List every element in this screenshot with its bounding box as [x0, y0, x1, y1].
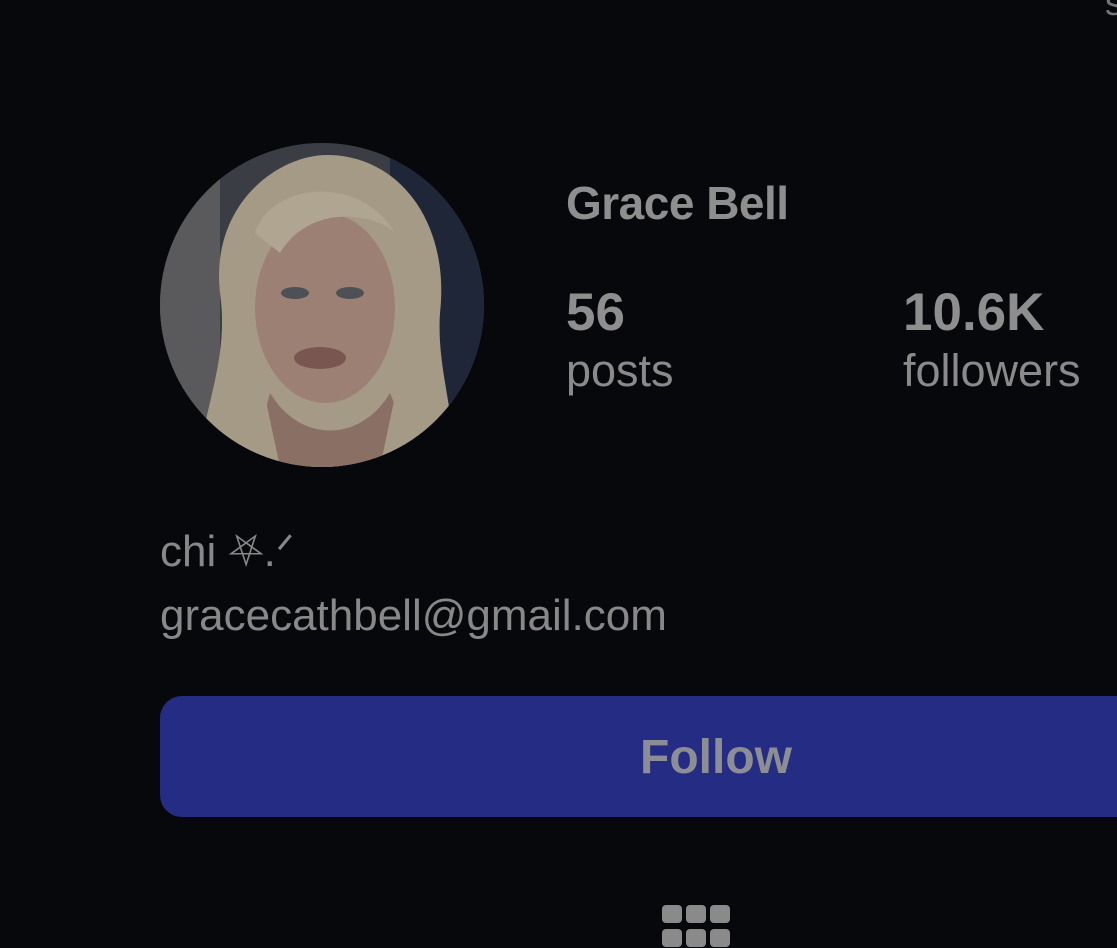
grid-cell: [662, 905, 682, 923]
profile-name: Grace Bell: [566, 177, 789, 229]
status-glyph: s: [1105, 0, 1117, 23]
grid-cell: [710, 905, 730, 923]
followers-count: 10.6K: [903, 283, 1045, 342]
bio-email[interactable]: gracecathbell@gmail.com: [160, 584, 667, 648]
followers-stat[interactable]: 10.6K followers: [903, 282, 1081, 398]
grid-icon[interactable]: [662, 905, 732, 948]
grid-cell: [710, 929, 730, 947]
follow-button-label: Follow: [640, 731, 792, 784]
posts-label: posts: [566, 345, 674, 396]
grid-cell: [686, 929, 706, 947]
avatar[interactable]: [160, 143, 484, 467]
grid-cell: [662, 929, 682, 947]
avatar-image: [160, 143, 484, 467]
posts-stat[interactable]: 56 posts: [566, 282, 674, 398]
follow-button[interactable]: Follow: [160, 696, 1117, 817]
grid-cell: [686, 905, 706, 923]
posts-count: 56: [566, 283, 625, 342]
followers-label: followers: [903, 345, 1081, 396]
profile-bio: chi ⛧.ᐟ gracecathbell@gmail.com: [160, 520, 667, 648]
bio-text: chi ⛧.ᐟ: [160, 527, 295, 576]
